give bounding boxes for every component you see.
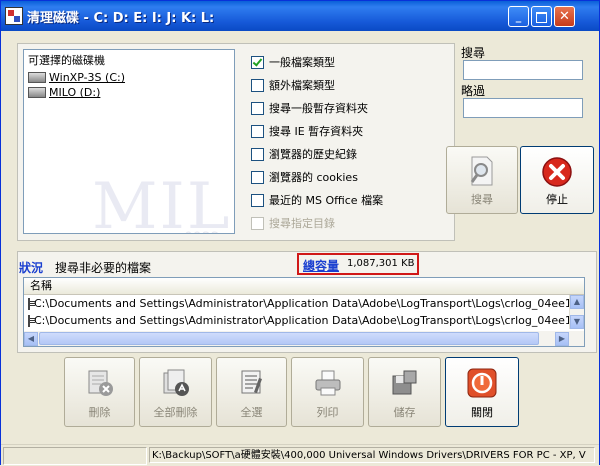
option-custom-folder: 搜尋指定目錄 [251, 215, 335, 231]
checkbox-icon [251, 216, 264, 230]
select-all-button[interactable]: 全選 [216, 357, 287, 427]
delete-all-button[interactable]: 全部刪除 [139, 357, 212, 427]
option-browser-history[interactable]: 瀏覽器的歷史紀錄 [251, 146, 357, 162]
option-browser-cookies[interactable]: 瀏覽器的 cookies [251, 169, 358, 185]
close-app-button[interactable]: 關閉 [445, 357, 519, 427]
file-path: C:\Documents and Settings\Administrator\… [34, 314, 584, 327]
checkbox-icon [251, 193, 264, 207]
status-text: 搜尋非必要的檔案 [55, 261, 152, 275]
stop-button[interactable]: 停止 [520, 146, 594, 214]
app-icon [5, 7, 23, 25]
stop-button-label: 停止 [546, 193, 568, 206]
drive-label: MILO (D:) [49, 86, 101, 99]
select-all-button-label: 全選 [240, 406, 263, 419]
close-app-button-label: 關閉 [471, 406, 493, 419]
delete-all-button-label: 全部刪除 [153, 406, 198, 419]
stop-icon [542, 157, 572, 187]
exclude-label: 略過 [461, 84, 486, 98]
scroll-down-button[interactable]: ▼ [570, 315, 584, 329]
vertical-scrollbar[interactable]: ▲ ▼ [569, 295, 584, 329]
option-label: 最近的 MS Office 檔案 [269, 194, 384, 207]
checkbox-icon [251, 170, 264, 184]
search-input[interactable] [463, 60, 583, 80]
option-extra-types[interactable]: 額外檔案類型 [251, 77, 335, 93]
search-button-label: 搜尋 [471, 193, 493, 206]
list-item[interactable]: C:\Documents and Settings\Administrator\… [24, 312, 584, 329]
option-office-recent[interactable]: 最近的 MS Office 檔案 [251, 192, 383, 208]
search-button[interactable]: 搜尋 [446, 146, 518, 214]
file-icon [28, 314, 35, 327]
total-size-box: 總容量 1,087,301 KB [297, 253, 419, 275]
option-label: 額外檔案類型 [269, 79, 335, 92]
option-label: 搜尋指定目錄 [269, 217, 335, 230]
status-bar-path: K:\Backup\SOFT\a硬體安裝\400,000 Universal W… [149, 447, 595, 463]
close-button[interactable]: ✕ [554, 6, 575, 27]
delete-icon [88, 370, 113, 396]
drive-label: WinXP-3S (C:) [49, 71, 126, 84]
option-label: 搜尋 IE 暫存資料夾 [269, 125, 364, 138]
window-title: 清理磁碟 - C: D: E: I: J: K: L: [27, 11, 215, 26]
power-icon [467, 368, 497, 398]
total-size-value: 1,087,301 KB [347, 258, 415, 269]
delete-button[interactable]: 刪除 [64, 357, 135, 427]
save-button-label: 儲存 [393, 406, 416, 419]
option-label: 瀏覽器的 cookies [269, 171, 358, 184]
checkbox-icon [251, 78, 264, 92]
close-icon: ✕ [559, 9, 570, 24]
search-file-icon [470, 156, 493, 186]
minimize-button[interactable]: _ [508, 6, 529, 27]
checkbox-checked-icon [251, 55, 264, 69]
print-button[interactable]: 列印 [291, 357, 364, 427]
print-button-label: 列印 [316, 406, 339, 419]
scroll-left-button[interactable]: ◀ [24, 332, 38, 346]
checkbox-icon [251, 101, 264, 115]
option-label: 瀏覽器的歷史紀錄 [269, 148, 357, 161]
select-all-icon [241, 370, 262, 394]
scroll-thumb[interactable] [39, 332, 539, 345]
exclude-input[interactable] [463, 98, 583, 118]
list-item[interactable]: C:\Documents and Settings\Administrator\… [24, 295, 584, 312]
status-label: 狀況 [19, 261, 44, 275]
drive-list[interactable]: 可選擇的磁碟機 WinXP-3S (C:) MILO (D:) MILO 092… [23, 49, 235, 234]
delete-button-label: 刪除 [88, 406, 111, 419]
maximize-button[interactable] [531, 6, 552, 27]
results-list[interactable]: 名稱 C:\Documents and Settings\Administrat… [23, 277, 585, 347]
drive-list-header: 可選擇的磁碟機 [28, 54, 105, 67]
option-label: 搜尋一般暫存資料夾 [269, 102, 368, 115]
option-label: 一般檔案類型 [269, 56, 335, 69]
file-icon [28, 297, 35, 310]
hard-drive-icon [28, 87, 46, 98]
maximize-icon [536, 11, 547, 23]
delete-all-icon [163, 369, 189, 396]
save-icon [392, 370, 416, 395]
hard-drive-icon [28, 72, 46, 83]
scroll-right-button[interactable]: ▶ [555, 332, 569, 346]
option-ie-temp[interactable]: 搜尋 IE 暫存資料夾 [251, 123, 363, 139]
status-bar-cell [3, 447, 147, 465]
horizontal-scrollbar[interactable]: ◀ ▶ [24, 331, 584, 346]
status-bar: K:\Backup\SOFT\a硬體安裝\400,000 Universal W… [1, 444, 599, 466]
minimize-icon: _ [515, 10, 522, 23]
save-button[interactable]: 儲存 [368, 357, 441, 427]
milo-watermark: MILO [92, 170, 234, 234]
option-temp-folders[interactable]: 搜尋一般暫存資料夾 [251, 100, 368, 116]
status-row: 狀況 搜尋非必要的檔案 總容量 1,087,301 KB [19, 253, 579, 275]
title-bar[interactable]: 清理磁碟 - C: D: E: I: J: K: L: _ ✕ [1, 1, 599, 31]
printer-icon [315, 370, 340, 396]
search-label: 搜尋 [461, 46, 486, 60]
checkbox-icon [251, 124, 264, 138]
drive-item[interactable]: WinXP-3S (C:) [24, 70, 234, 85]
file-path: C:\Documents and Settings\Administrator\… [34, 297, 584, 310]
watermark-number: 0922 [184, 230, 220, 233]
checkbox-icon [251, 147, 264, 161]
scroll-up-button[interactable]: ▲ [570, 295, 584, 309]
column-header-name[interactable]: 名稱 [24, 278, 584, 295]
total-size-label: 總容量 [303, 259, 340, 273]
main-window: 清理磁碟 - C: D: E: I: J: K: L: _ ✕ 可選擇的磁碟機 … [0, 0, 600, 466]
option-general-types[interactable]: 一般檔案類型 [251, 54, 335, 70]
drive-item[interactable]: MILO (D:) [24, 85, 234, 100]
